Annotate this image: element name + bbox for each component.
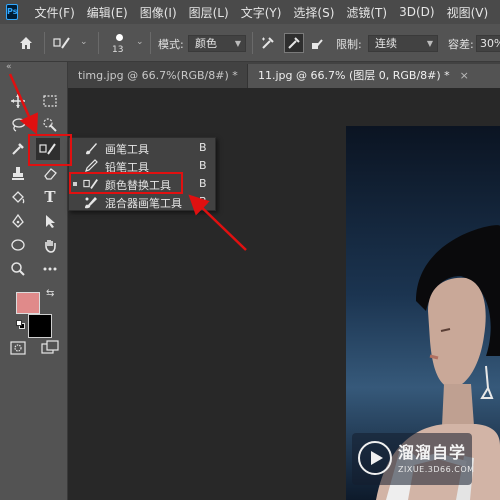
- annotation-arrows: [8, 73, 247, 251]
- arrow-to-tool: [8, 73, 39, 135]
- watermark-title: 溜溜自学: [398, 443, 467, 462]
- play-logo-icon: [358, 441, 392, 475]
- watermark-subtitle: ZIXUE.3D66.COM: [398, 465, 475, 474]
- arrow-to-menu-item: [188, 194, 247, 251]
- watermark: 溜溜自学 ZIXUE.3D66.COM: [352, 433, 475, 485]
